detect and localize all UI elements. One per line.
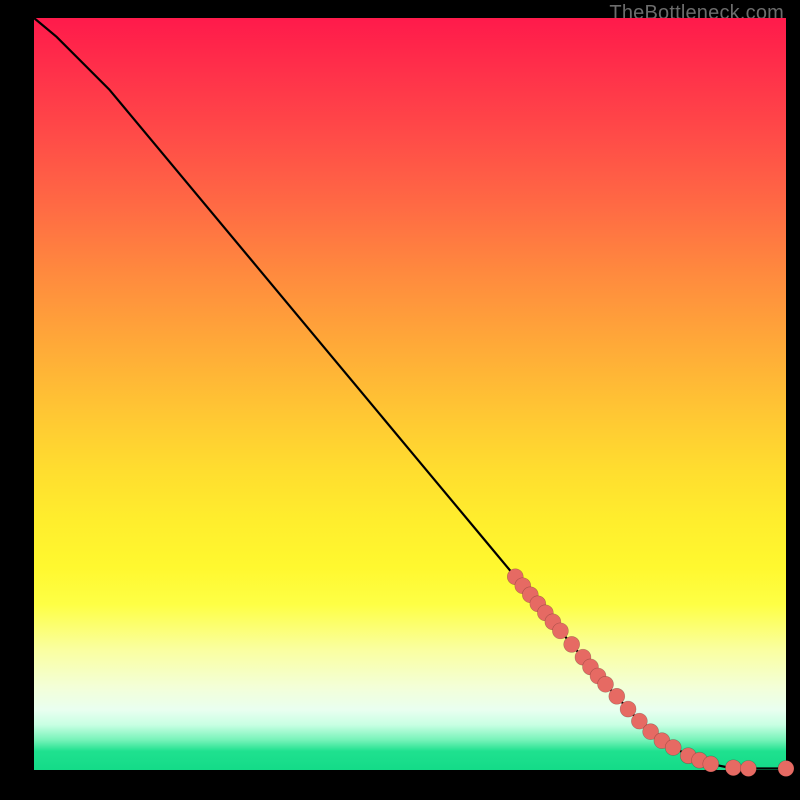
chart-svg [34, 18, 786, 770]
marker-group [507, 569, 794, 777]
trend-line [34, 18, 786, 769]
marker-dot [778, 761, 794, 777]
marker-dot [609, 688, 625, 704]
plot-area [34, 18, 786, 770]
marker-dot [598, 676, 614, 692]
marker-dot [620, 701, 636, 717]
marker-dot [703, 756, 719, 772]
marker-dot [725, 760, 741, 776]
marker-dot [552, 623, 568, 639]
marker-dot [665, 739, 681, 755]
chart-stage: TheBottleneck.com [0, 0, 800, 800]
marker-dot [740, 761, 756, 777]
marker-dot [564, 636, 580, 652]
